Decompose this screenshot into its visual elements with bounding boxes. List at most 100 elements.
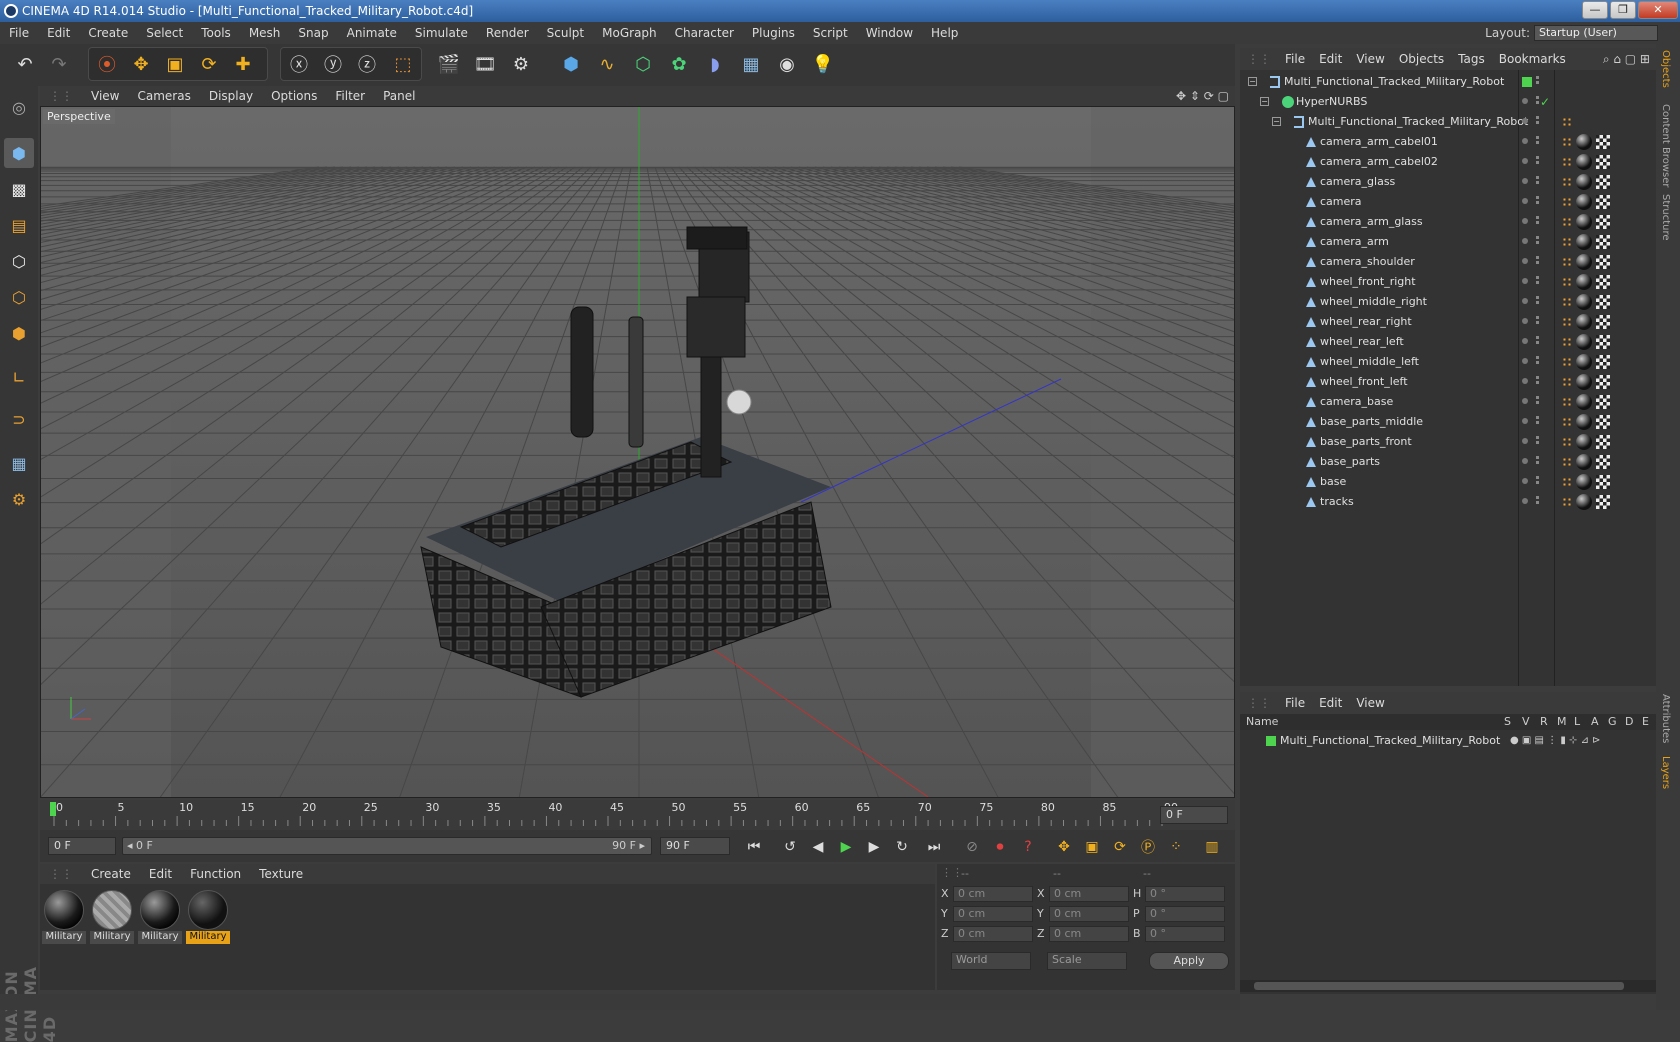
maximize-button[interactable]: ❐ bbox=[1610, 1, 1636, 19]
object-name[interactable]: base_parts_middle bbox=[1320, 412, 1423, 432]
texture-tag-icon[interactable] bbox=[1596, 335, 1610, 349]
previous-key-icon[interactable]: ↺ bbox=[778, 835, 802, 859]
objects-menu-edit[interactable]: Edit bbox=[1312, 48, 1349, 70]
axis-mode-icon[interactable]: ∟ bbox=[4, 362, 34, 392]
edges-mode-icon[interactable]: ⬡ bbox=[4, 282, 34, 312]
render-visibility-dot-icon[interactable] bbox=[1536, 456, 1539, 459]
texture-tag-icon[interactable] bbox=[1596, 415, 1610, 429]
live-select-icon[interactable]: ⦿ bbox=[92, 49, 122, 79]
viewport-nav-icons[interactable]: ✥ ⇕ ⟳ ▢ bbox=[1176, 86, 1229, 106]
editor-visibility-dot-icon[interactable] bbox=[1522, 338, 1528, 344]
object-name[interactable]: camera_base bbox=[1320, 392, 1393, 412]
phong-tag-icon[interactable] bbox=[1562, 257, 1572, 267]
render-visibility-dot-icon[interactable] bbox=[1536, 356, 1539, 359]
object-name[interactable]: camera_shoulder bbox=[1320, 252, 1415, 272]
render-visibility-dot-icon[interactable] bbox=[1536, 416, 1539, 419]
current-frame-field[interactable]: 0 F bbox=[1160, 806, 1228, 824]
scale-icon[interactable]: ▣ bbox=[160, 49, 190, 79]
undo-icon[interactable]: ↶ bbox=[10, 49, 40, 79]
objects-menu-file[interactable]: File bbox=[1278, 48, 1312, 70]
object-row[interactable]: camera_arm_glass bbox=[1240, 212, 1656, 232]
next-frame-icon[interactable]: ▶ bbox=[862, 835, 886, 859]
editor-visibility-dot-icon[interactable] bbox=[1522, 318, 1528, 324]
object-row[interactable]: camera bbox=[1240, 192, 1656, 212]
material-swatch-selected[interactable]: Military bbox=[186, 888, 230, 944]
material-tag-icon[interactable] bbox=[1576, 154, 1592, 170]
coordinate-system-icon[interactable]: ⬚ bbox=[388, 49, 418, 79]
editor-visibility-dot-icon[interactable] bbox=[1522, 418, 1528, 424]
expand-collapse-icon[interactable]: − bbox=[1260, 97, 1269, 106]
render-visibility-dot-icon[interactable] bbox=[1536, 376, 1539, 379]
object-row[interactable]: camera_arm_cabel01 bbox=[1240, 132, 1656, 152]
z-axis-icon[interactable]: ⓩ bbox=[352, 49, 382, 79]
editor-visibility-dot-icon[interactable] bbox=[1522, 238, 1528, 244]
menu-sculpt[interactable]: Sculpt bbox=[538, 22, 593, 44]
object-name[interactable]: HyperNURBS bbox=[1296, 92, 1367, 112]
object-name[interactable]: camera_glass bbox=[1320, 172, 1395, 192]
phong-tag-icon[interactable] bbox=[1562, 197, 1572, 207]
object-row[interactable]: camera_arm bbox=[1240, 232, 1656, 252]
snap-settings-icon[interactable]: ⚙ bbox=[4, 484, 34, 514]
x-axis-icon[interactable]: ⓧ bbox=[284, 49, 314, 79]
phong-tag-icon[interactable] bbox=[1562, 397, 1572, 407]
object-row[interactable]: wheel_front_right bbox=[1240, 272, 1656, 292]
object-name[interactable]: wheel_rear_left bbox=[1320, 332, 1404, 352]
menu-edit[interactable]: Edit bbox=[38, 22, 79, 44]
editor-visibility-dot-icon[interactable] bbox=[1522, 298, 1528, 304]
workplane-icon[interactable]: ▤ bbox=[4, 210, 34, 240]
render-visibility-dot-icon[interactable] bbox=[1536, 396, 1539, 399]
editor-visibility-dot-icon[interactable] bbox=[1522, 398, 1528, 404]
model-mode-icon[interactable]: ⬢ bbox=[4, 138, 34, 168]
phong-tag-icon[interactable] bbox=[1562, 437, 1572, 447]
phong-tag-icon[interactable] bbox=[1562, 497, 1572, 507]
camera-icon[interactable]: ◉ bbox=[772, 49, 802, 79]
menu-render[interactable]: Render bbox=[477, 22, 538, 44]
menu-create[interactable]: Create bbox=[79, 22, 137, 44]
material-tag-icon[interactable] bbox=[1576, 274, 1592, 290]
material-tag-icon[interactable] bbox=[1576, 214, 1592, 230]
material-tag-icon[interactable] bbox=[1576, 394, 1592, 410]
render-visibility-dot-icon[interactable] bbox=[1536, 296, 1539, 299]
editor-visibility-dot-icon[interactable] bbox=[1522, 438, 1528, 444]
material-swatch[interactable]: Military bbox=[138, 888, 182, 944]
phong-tag-icon[interactable] bbox=[1562, 117, 1572, 127]
end-frame-field[interactable]: 90 F bbox=[660, 837, 730, 855]
move-icon[interactable]: ✥ bbox=[126, 49, 156, 79]
position-y-field[interactable]: 0 cm bbox=[953, 906, 1033, 922]
phong-tag-icon[interactable] bbox=[1562, 157, 1572, 167]
rotation-b-field[interactable]: 0 ° bbox=[1145, 926, 1225, 942]
object-name[interactable]: Multi_Functional_Tracked_Military_Robot bbox=[1284, 72, 1504, 92]
material-tag-icon[interactable] bbox=[1576, 254, 1592, 270]
object-row[interactable]: base bbox=[1240, 472, 1656, 492]
render-visibility-dot-icon[interactable] bbox=[1536, 96, 1539, 99]
object-name[interactable]: wheel_rear_right bbox=[1320, 312, 1412, 332]
spline-icon[interactable]: ∿ bbox=[592, 49, 622, 79]
position-x-field[interactable]: 0 cm bbox=[953, 886, 1033, 902]
texture-tag-icon[interactable] bbox=[1596, 495, 1610, 509]
editor-visibility-dot-icon[interactable] bbox=[1522, 258, 1528, 264]
object-row[interactable]: wheel_rear_left bbox=[1240, 332, 1656, 352]
start-frame-field[interactable]: 0 F bbox=[48, 837, 116, 855]
menu-plugins[interactable]: Plugins bbox=[743, 22, 804, 44]
tab-layers[interactable]: Layers bbox=[1660, 756, 1671, 789]
texture-tag-icon[interactable] bbox=[1596, 455, 1610, 469]
viewport-menu-filter[interactable]: Filter bbox=[326, 86, 374, 106]
editor-visibility-dot-icon[interactable] bbox=[1522, 278, 1528, 284]
material-tag-icon[interactable] bbox=[1576, 474, 1592, 490]
object-row[interactable]: wheel_middle_right bbox=[1240, 292, 1656, 312]
menu-mograph[interactable]: MoGraph bbox=[593, 22, 666, 44]
texture-tag-icon[interactable] bbox=[1596, 435, 1610, 449]
key-scale-icon[interactable]: ▣ bbox=[1080, 835, 1104, 859]
object-name[interactable]: wheel_middle_right bbox=[1320, 292, 1427, 312]
snap-grid-icon[interactable]: ▦ bbox=[4, 448, 34, 478]
texture-tag-icon[interactable] bbox=[1596, 155, 1610, 169]
render-visibility-dot-icon[interactable] bbox=[1536, 316, 1539, 319]
objects-menu-objects[interactable]: Objects bbox=[1392, 48, 1451, 70]
layer-flag-icons[interactable]: ● ▣ ▤ ⋮ ▮ ⊹ ⊿ ⊳ bbox=[1510, 735, 1601, 746]
render-settings-icon[interactable]: ⚙ bbox=[506, 49, 536, 79]
object-name[interactable]: tracks bbox=[1320, 492, 1354, 512]
render-visibility-dot-icon[interactable] bbox=[1536, 156, 1539, 159]
menu-simulate[interactable]: Simulate bbox=[406, 22, 477, 44]
key-position-icon[interactable]: ✥ bbox=[1052, 835, 1076, 859]
texture-tag-icon[interactable] bbox=[1596, 395, 1610, 409]
